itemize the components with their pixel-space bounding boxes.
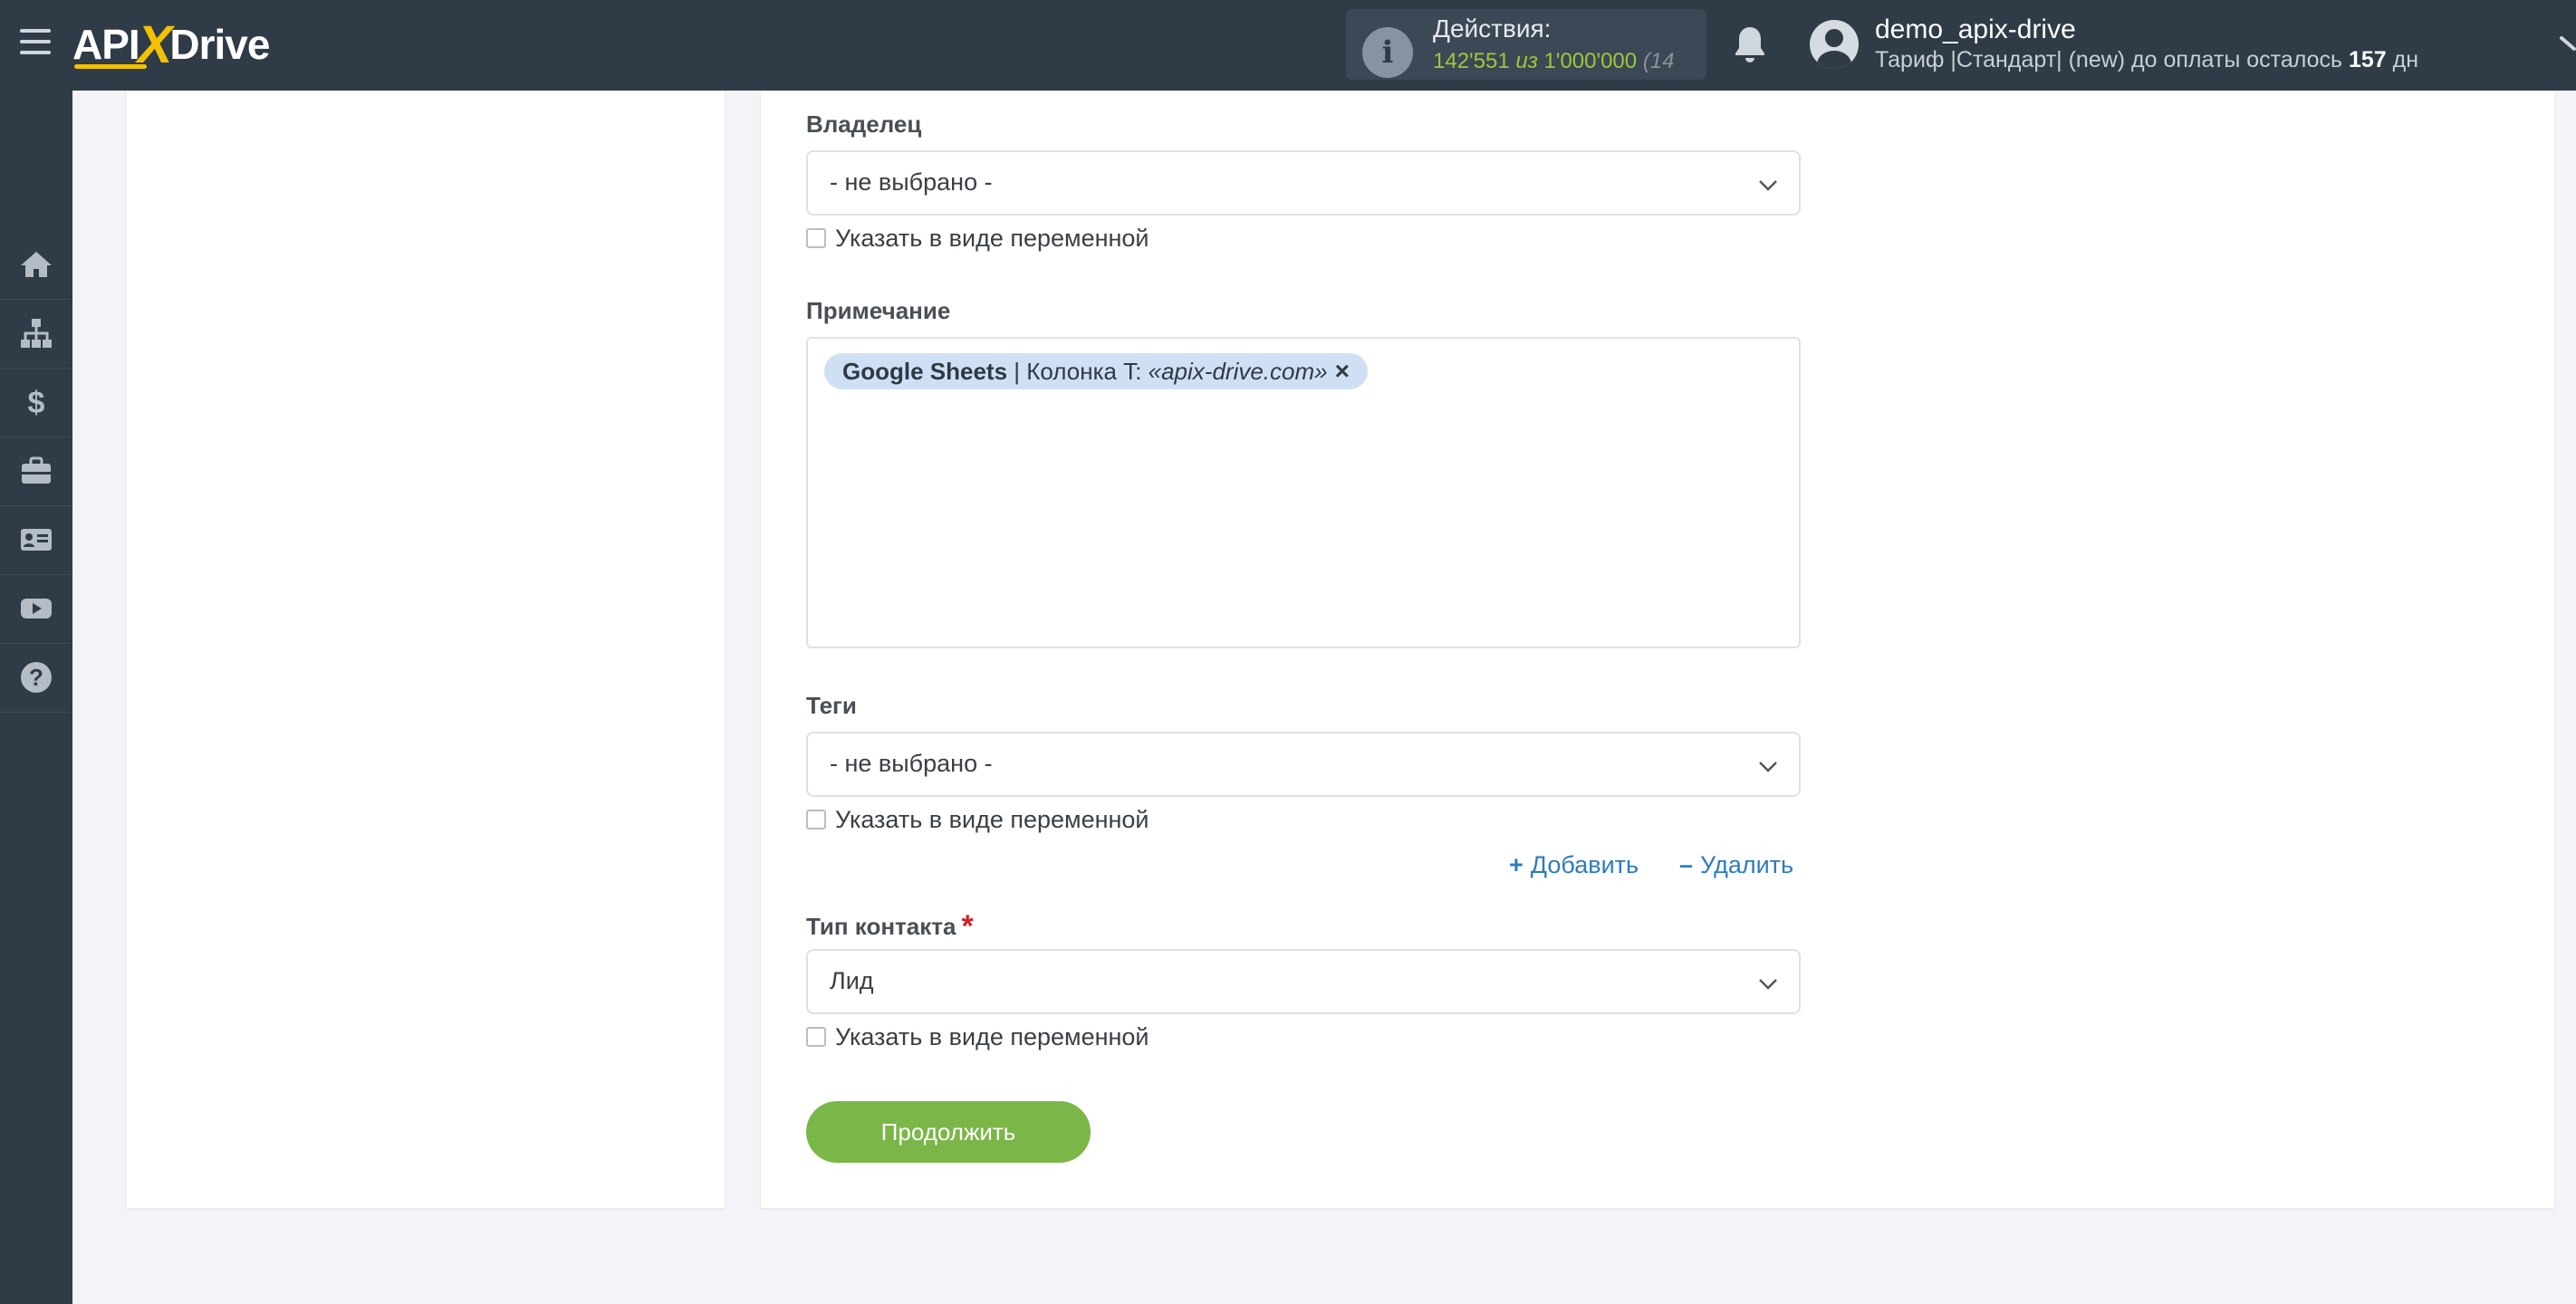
minus-icon: – <box>1679 851 1694 878</box>
avatar[interactable] <box>1810 20 1859 69</box>
id-card-icon <box>21 529 52 551</box>
sidebar-item-help[interactable]: ? <box>0 643 72 713</box>
tariff-days-unit: дн <box>2392 47 2419 72</box>
owner-variable-row: Указать в виде переменной <box>806 225 1149 252</box>
delete-field-label: Удалить <box>1700 851 1794 878</box>
tags-select-value: - не выбрано - <box>830 750 993 777</box>
sidebar-item-video[interactable] <box>0 574 72 644</box>
required-mark: * <box>961 909 974 944</box>
contact-type-variable-label: Указать в виде переменной <box>835 1022 1149 1050</box>
menu-icon[interactable] <box>20 29 51 58</box>
svg-text:$: $ <box>28 386 45 420</box>
tariff-days: 157 <box>2348 47 2387 72</box>
note-textarea[interactable]: Google Sheets | Колонка T: «apix-drive.c… <box>806 337 1801 648</box>
tags-variable-checkbox[interactable] <box>806 810 826 829</box>
actions-counter[interactable]: i Действия: 142'551 из 1'000'000 (14 <box>1346 9 1706 80</box>
sidebar: $ ? <box>0 91 72 1304</box>
contact-type-select-value: Лид <box>830 967 874 994</box>
info-icon: i <box>1362 27 1413 78</box>
sidebar-item-services[interactable] <box>0 436 72 506</box>
logo-text-left: API <box>72 21 140 68</box>
sidebar-item-home[interactable] <box>0 230 72 300</box>
youtube-icon <box>21 599 52 618</box>
chip-value: «apix-drive.com» <box>1148 357 1328 385</box>
sidebar-item-billing[interactable]: $ <box>0 368 72 437</box>
tags-label: Теги <box>806 692 857 719</box>
chevron-down-icon <box>1759 762 1777 772</box>
home-icon <box>21 252 52 277</box>
apix-drive-logo[interactable]: API X Drive <box>72 13 270 76</box>
actions-limit: 1'000'000 <box>1543 49 1638 73</box>
actions-used: 142'551 <box>1433 49 1510 73</box>
chip-remove-icon[interactable]: × <box>1335 357 1350 386</box>
add-field-label: Добавить <box>1530 851 1639 878</box>
bell-icon[interactable] <box>1732 24 1768 65</box>
contact-type-variable-checkbox[interactable] <box>806 1027 826 1047</box>
contact-type-label: Тип контакта * <box>806 909 974 944</box>
owner-select-value: - не выбрано - <box>830 168 993 196</box>
owner-variable-checkbox[interactable] <box>806 228 826 248</box>
tariff-info: Тариф |Стандарт| (new) до оплаты осталос… <box>1875 47 2418 73</box>
help-icon: ? <box>21 662 52 693</box>
chevron-down-icon <box>1759 180 1777 191</box>
chevron-down-icon[interactable] <box>2560 31 2576 58</box>
briefcase-icon <box>22 456 51 484</box>
logo-underline <box>74 64 147 69</box>
note-label: Примечание <box>806 297 951 324</box>
owner-select[interactable]: - не выбрано - <box>806 150 1801 216</box>
tags-select[interactable]: - не выбрано - <box>806 732 1801 797</box>
variable-chip[interactable]: Google Sheets | Колонка T: «apix-drive.c… <box>824 353 1368 389</box>
delete-field-button[interactable]: – Удалить <box>1679 851 1793 879</box>
contact-type-select[interactable]: Лид <box>806 949 1801 1014</box>
chevron-down-icon <box>1759 979 1777 990</box>
actions-count: 142'551 из 1'000'000 (14 <box>1433 49 1675 74</box>
chip-separator: | Колонка T: <box>1007 357 1149 385</box>
chip-source: Google Sheets <box>842 357 1008 385</box>
actions-tail: (14 <box>1642 49 1675 73</box>
left-panel <box>127 91 725 1208</box>
continue-button[interactable]: Продолжить <box>806 1101 1091 1163</box>
top-bar: API X Drive i Действия: 142'551 из 1'000'0… <box>0 0 2576 91</box>
actions-of: из <box>1515 49 1538 73</box>
dollar-icon: $ <box>28 386 45 420</box>
actions-label: Действия: <box>1433 14 1552 43</box>
contact-type-variable-row: Указать в виде переменной <box>806 1023 1149 1050</box>
tags-variable-label: Указать в виде переменной <box>835 805 1149 833</box>
contact-type-label-text: Тип контакта <box>806 913 956 940</box>
tags-variable-row: Указать в виде переменной <box>806 806 1149 833</box>
owner-variable-label: Указать в виде переменной <box>835 224 1149 252</box>
sidebar-item-contacts[interactable] <box>0 505 72 575</box>
svg-text:?: ? <box>29 664 43 691</box>
sitemap-icon <box>21 319 52 348</box>
sidebar-item-connections[interactable] <box>0 299 72 369</box>
username[interactable]: demo_apix-drive <box>1875 14 2076 45</box>
logo-text-right: Drive <box>169 21 270 68</box>
owner-label: Владелец <box>806 110 922 138</box>
add-field-button[interactable]: + Добавить <box>1509 851 1639 879</box>
plus-icon: + <box>1509 851 1523 878</box>
tariff-text: Тариф |Стандарт| (new) до оплаты осталос… <box>1875 47 2343 72</box>
